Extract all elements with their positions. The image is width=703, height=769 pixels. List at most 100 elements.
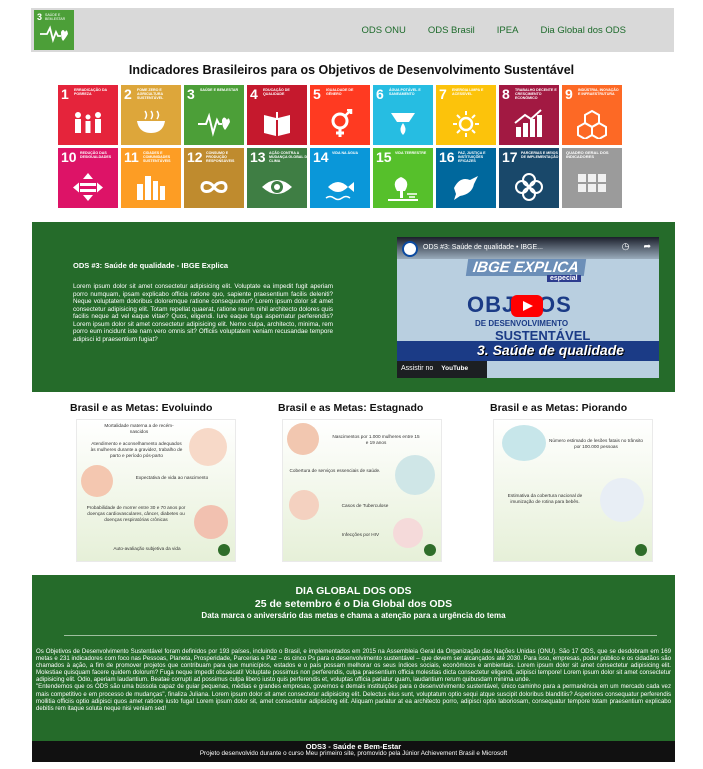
sdg-label: SAÚDE E BEM-ESTAR — [200, 88, 239, 92]
sdg-number: 9 — [565, 86, 573, 102]
sdg-tile-12[interactable]: 12 CONSUMO E PRODUÇÃO RESPONSÁVEIS — [184, 148, 244, 208]
sdg-number: 8 — [502, 86, 510, 102]
equal-icon — [73, 173, 103, 201]
divider — [64, 635, 657, 636]
dove-icon — [454, 176, 478, 200]
sdg-label: ERRADICAÇÃO DA POBREZA — [74, 88, 108, 97]
bowl-icon — [137, 110, 165, 133]
meta-item: Casos de Tuberculose — [341, 503, 389, 508]
global-tagline: Data marca o aniversário das metas e cha… — [201, 611, 506, 620]
sdg-label: FOME ZERO E AGRICULTURA SUSTENTÁVEL — [137, 88, 164, 101]
nav-link-ods-onu[interactable]: ODS ONU — [361, 25, 405, 36]
sdg-number: 17 — [502, 149, 518, 165]
newborn-icon — [287, 423, 319, 455]
sdg-tile-13[interactable]: 13 AÇÃO CONTRA A MUDANÇA GLOBAL DO CLIMA — [247, 148, 307, 208]
tuberculosis-icon — [289, 490, 319, 520]
sdg-number: 5 — [313, 86, 321, 102]
meta-item: Probabilidade de morrer entre 30 e 70 an… — [86, 505, 186, 522]
meta-title: Brasil e as Metas: Estagnado — [278, 402, 424, 414]
sdg-number: 7 — [439, 86, 447, 102]
sdg-number: 6 — [376, 86, 384, 102]
sdg-tile-1[interactable]: 1 ERRADICAÇÃO DA POBREZA — [58, 85, 118, 145]
sdg3-logo[interactable]: 3 SAÚDE E BEM-ESTAR — [34, 10, 74, 50]
meta-item: Estimativa da cobertura nacional de imun… — [507, 493, 583, 504]
meta-item: Cobertura de serviços essenciais de saúd… — [289, 468, 381, 473]
sdg-tile-17[interactable]: 17 PARCERIAS E MEIOS DE IMPLEMENTAÇÃO — [499, 148, 559, 208]
video-section: ODS #3: Saúde de qualidade - IBGE Explic… — [32, 222, 675, 392]
sdg-label: CONSUMO E PRODUÇÃO RESPONSÁVEIS — [206, 151, 235, 164]
car-crash-icon — [502, 425, 546, 461]
global-paragraph: Os Objetivos de Desenvolvimento Sustentá… — [36, 648, 671, 684]
global-heading: DIA GLOBAL DOS ODS — [295, 585, 412, 597]
tree-logo-icon — [424, 544, 436, 556]
channel-avatar[interactable] — [402, 241, 418, 257]
sdg-tile-14[interactable]: 14 VIDA NA ÁGUA — [310, 148, 370, 208]
sdg-number: 4 — [250, 86, 258, 102]
nav-link-dia-global[interactable]: Dia Global dos ODS — [540, 25, 626, 36]
sdg-tile-3[interactable]: 3 SAÚDE E BEM-ESTAR — [184, 85, 244, 145]
grid-icon — [578, 174, 606, 192]
sdg-tile-7[interactable]: 7 ENERGIA LIMPA E ACESSÍVEL — [436, 85, 496, 145]
cubes-icon — [577, 109, 607, 139]
sdg-tile-16[interactable]: 16 PAZ, JUSTIÇA E INSTITUIÇÕES EFICAZES — [436, 148, 496, 208]
sdg-tile-9[interactable]: 9 INDÚSTRIA, INOVAÇÃO E INFRAESTRUTURA — [562, 85, 622, 145]
video-player[interactable]: ODS #3: Saúde de qualidade • IBGE... ◷ ➦… — [397, 237, 659, 378]
pregnant-woman-icon — [189, 428, 227, 466]
meta-item: Auto-avaliação subjetiva da vida — [113, 546, 181, 551]
share-icon: ➦ — [643, 241, 651, 251]
sdg-label: EDUCAÇÃO DE QUALIDADE — [263, 88, 290, 97]
meta-infographic: Mortalidade materna a de recém-nascidos … — [76, 419, 236, 562]
sdg-number: 3 — [187, 86, 195, 102]
thumb-banner: 3. Saúde de qualidade — [477, 342, 625, 358]
sdg-label: ENERGIA LIMPA E ACESSÍVEL — [452, 88, 484, 97]
sdg-tile-8[interactable]: 8 TRABALHO DECENTE E CRESCIMENTO ECONÔMIC… — [499, 85, 559, 145]
meta-item: Mortalidade materna a de recém-nascidos — [104, 423, 174, 434]
gender-icon — [331, 109, 353, 137]
flower-icon — [515, 173, 543, 201]
watch-later-button[interactable]: ◷ — [622, 241, 630, 252]
watch-on-label: Assistir no — [401, 365, 434, 372]
sdg-tile-15[interactable]: 15 VIDA TERRESTRE — [373, 148, 433, 208]
sdg-tile-6[interactable]: 6 ÁGUA POTÁVEL E SANEAMENTO — [373, 85, 433, 145]
meta-item: Nascimentos por 1.000 mulheres entre 15 … — [332, 434, 420, 445]
sdg-number: 1 — [61, 86, 69, 102]
eye-globe-icon — [262, 180, 292, 194]
sdg-number: 11 — [124, 149, 139, 165]
family-icon — [75, 112, 101, 133]
thumb-brand: IBGE EXPLICA — [465, 259, 587, 276]
sdg-label: PAZ, JUSTIÇA E INSTITUIÇÕES EFICAZES — [458, 151, 486, 164]
play-button[interactable] — [511, 295, 543, 317]
sdg-tile-5[interactable]: 5 IGUALDADE DE GÊNERO — [310, 85, 370, 145]
sdg-label: ÁGUA POTÁVEL E SANEAMENTO — [389, 88, 421, 97]
player-actions: ◷ ➦ — [622, 241, 651, 252]
nav-link-ipea[interactable]: IPEA — [497, 25, 519, 36]
sdg-tile-11[interactable]: 11 CIDADES E COMUNIDADES SUSTENTÁVEIS — [121, 148, 181, 208]
nav-link-ods-brasil[interactable]: ODS Brasil — [428, 25, 475, 36]
sdg-grid: 1 ERRADICAÇÃO DA POBREZA 2 FOME ZERO E AGRI… — [58, 85, 628, 208]
meta-evoluindo: Brasil e as Metas: Evoluindo Mortalidade… — [70, 402, 250, 562]
thumb-sub1: DE DESENVOLVIMENTO — [475, 319, 569, 328]
sdg-number: 16 — [439, 149, 455, 165]
global-paragraph: "Entendemos que os ODS são uma bússola c… — [36, 683, 671, 712]
player-video-title[interactable]: ODS #3: Saúde de qualidade • IBGE... — [423, 244, 543, 251]
sdg-tile-4[interactable]: 4 EDUCAÇÃO DE QUALIDADE — [247, 85, 307, 145]
meta-item: Número estimado de lesões fatais no trân… — [548, 438, 644, 449]
heartbeat-icon — [40, 25, 68, 44]
meta-piorando: Brasil e as Metas: Piorando Número estim… — [490, 402, 670, 562]
watch-on-youtube-button[interactable]: Assistir no YouTube — [397, 361, 487, 378]
sdg-label: QUADRO GERAL DOS INDICADORES — [566, 150, 609, 160]
growth-icon — [514, 109, 542, 137]
sun-icon — [453, 111, 479, 137]
sdg-label: VIDA NA ÁGUA — [332, 151, 359, 155]
meta-title: Brasil e as Metas: Piorando — [490, 402, 628, 414]
share-button[interactable]: ➦ — [643, 241, 651, 252]
elderly-man-icon — [81, 465, 113, 497]
sdg-label: REDUÇÃO DAS DESIGUALDADES — [80, 151, 112, 160]
nav-links: ODS ONU ODS Brasil IPEA Dia Global dos O… — [361, 25, 626, 36]
sdg-tile-overview[interactable]: QUADRO GERAL DOS INDICADORES — [562, 148, 622, 208]
sdg-tile-2[interactable]: 2 FOME ZERO E AGRICULTURA SUSTENTÁVEL — [121, 85, 181, 145]
video-heading: ODS #3: Saúde de qualidade - IBGE Explic… — [73, 261, 229, 270]
sdg-tile-10[interactable]: 10 REDUÇÃO DAS DESIGUALDADES — [58, 148, 118, 208]
sdg-label: VIDA TERRESTRE — [395, 151, 427, 155]
tree-icon — [388, 177, 418, 201]
